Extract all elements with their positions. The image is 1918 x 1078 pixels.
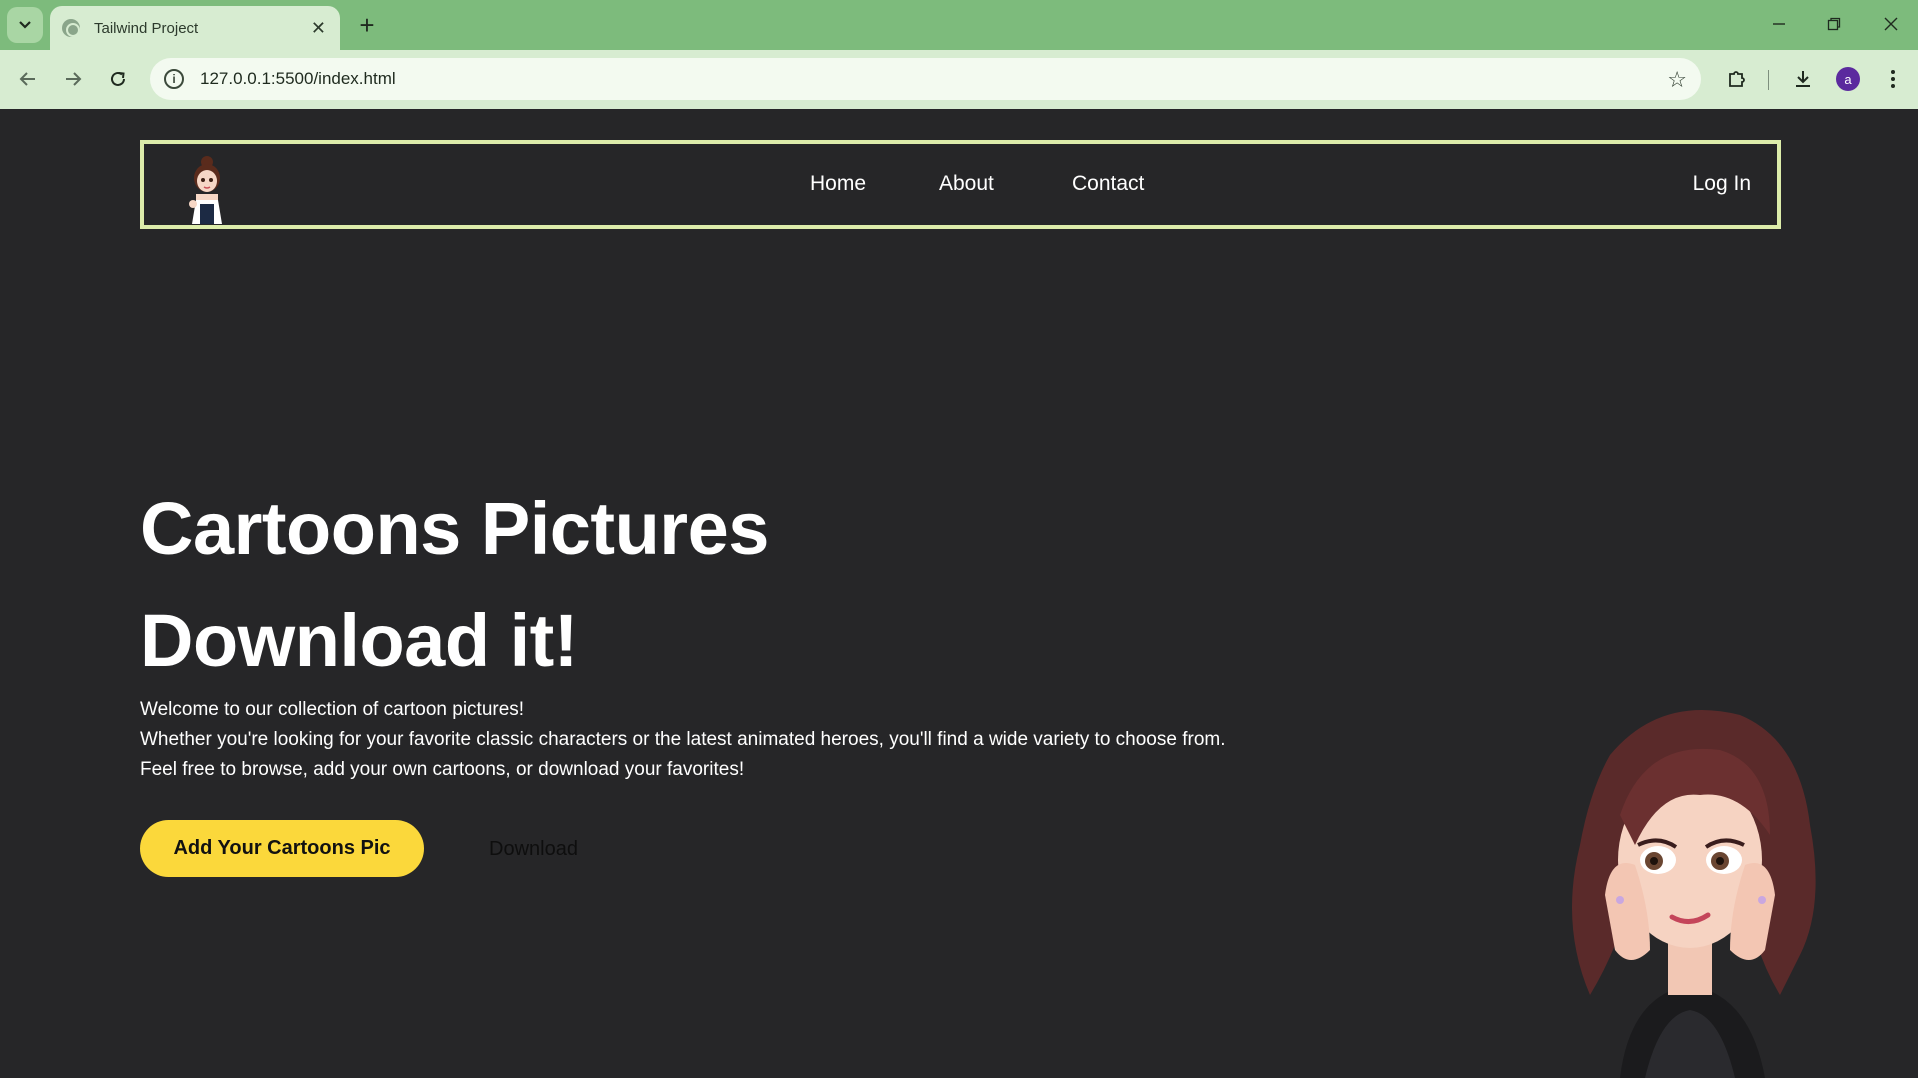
hero-paragraph: Whether you're looking for your favorite…: [140, 729, 1226, 750]
globe-icon: [62, 19, 80, 37]
logo-girl-icon[interactable]: [182, 152, 232, 224]
address-bar[interactable]: i 127.0.0.1:5500/index.html ☆: [150, 58, 1701, 100]
restore-icon: [1827, 17, 1841, 31]
close-icon: [1884, 17, 1898, 31]
login-link[interactable]: Log In: [1693, 172, 1751, 196]
toolbar-separator: [1768, 70, 1769, 90]
kebab-menu-icon: [1891, 70, 1895, 88]
extensions-button[interactable]: [1722, 64, 1752, 94]
downloads-button[interactable]: [1788, 64, 1818, 94]
hero-title-line1: Cartoons Pictures: [140, 487, 769, 570]
arrow-right-icon: [66, 72, 82, 86]
restore-button[interactable]: [1811, 8, 1857, 40]
hero-description: Welcome to our collection of cartoon pic…: [140, 695, 1226, 785]
site-info-icon[interactable]: i: [164, 69, 184, 89]
arrow-left-icon: [19, 72, 35, 86]
tab-search-button[interactable]: [7, 7, 43, 43]
minimize-icon: [1773, 23, 1785, 25]
reload-button[interactable]: [101, 62, 135, 96]
hero-paragraph: Feel free to browse, add your own cartoo…: [140, 759, 745, 780]
profile-avatar[interactable]: a: [1836, 67, 1860, 91]
download-icon: [1796, 71, 1810, 87]
nav-link-home[interactable]: Home: [810, 172, 866, 196]
hero-paragraph: Welcome to our collection of cartoon pic…: [140, 699, 525, 720]
new-tab-button[interactable]: +: [352, 10, 382, 40]
nav-link-about[interactable]: About: [939, 172, 994, 196]
browser-toolbar: i 127.0.0.1:5500/index.html ☆: [0, 50, 1918, 109]
forward-button[interactable]: [56, 62, 90, 96]
minimize-button[interactable]: [1756, 8, 1802, 40]
browser-tab-strip: Tailwind Project ✕ +: [0, 0, 1918, 50]
browser-menu-button[interactable]: [1878, 64, 1908, 94]
nav-link-contact[interactable]: Contact: [1072, 172, 1144, 196]
hero-title-line2: Download it!: [140, 599, 578, 682]
site-navbar: Home About Contact Log In: [140, 140, 1781, 229]
add-cartoon-button[interactable]: Add Your Cartoons Pic: [140, 820, 424, 877]
reload-icon: [111, 71, 125, 86]
close-tab-icon[interactable]: ✕: [311, 18, 326, 39]
puzzle-icon: [1729, 71, 1745, 87]
cartoon-girl-illustration: [1572, 710, 1816, 1078]
back-button[interactable]: [11, 62, 45, 96]
browser-tab-active[interactable]: Tailwind Project ✕: [50, 6, 340, 50]
download-link[interactable]: Download: [489, 838, 578, 861]
tab-title: Tailwind Project: [94, 19, 199, 37]
close-window-button[interactable]: [1868, 8, 1914, 40]
chevron-down-icon: [19, 21, 31, 29]
bookmark-star-icon[interactable]: ☆: [1667, 67, 1687, 93]
url-text: 127.0.0.1:5500/index.html: [200, 69, 396, 88]
